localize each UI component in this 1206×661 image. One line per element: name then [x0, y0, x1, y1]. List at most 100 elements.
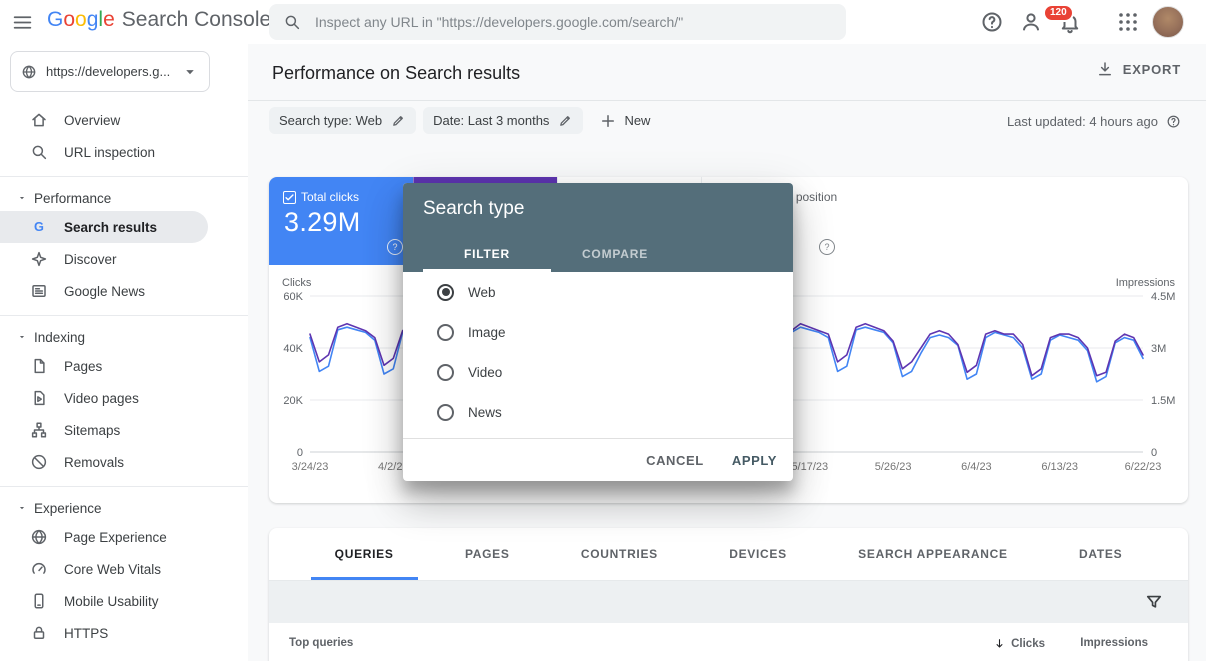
sidebar-section-performance[interactable]: Performance — [0, 185, 248, 211]
caret-down-icon — [17, 503, 27, 513]
sidebar-item-label: Search results — [64, 220, 157, 235]
page-icon — [30, 357, 48, 375]
filter-chips-row: Search type: Web Date: Last 3 months New — [269, 107, 650, 134]
tab-search-appearance[interactable]: SEARCH APPEARANCE — [844, 528, 1021, 580]
property-label: https://developers.g... — [46, 64, 181, 79]
dialog-header: Search type FILTERCOMPARE — [403, 183, 793, 272]
metric-help-icon[interactable]: ? — [387, 239, 403, 255]
svg-text:1.5M: 1.5M — [1151, 395, 1175, 407]
last-updated-help-icon[interactable] — [1166, 114, 1181, 129]
impressions-column-header[interactable]: Impressions — [1080, 637, 1148, 649]
dialog-tab-compare[interactable]: COMPARE — [551, 236, 679, 272]
removals-icon — [30, 453, 48, 471]
top-queries-header: Top queries — [289, 637, 353, 649]
property-globe-icon — [21, 64, 37, 80]
checkbox-checked-icon[interactable] — [283, 191, 296, 204]
dialog-tab-filter[interactable]: FILTER — [423, 236, 551, 272]
sidebar-item-google-news[interactable]: Google News — [0, 275, 248, 307]
sidebar-item-discover[interactable]: Discover — [0, 243, 248, 275]
radio-icon — [437, 364, 454, 381]
notifications-bell-icon[interactable]: 120 — [1058, 10, 1082, 34]
tab-devices[interactable]: DEVICES — [715, 528, 801, 580]
radio-option-video[interactable]: Video — [403, 352, 793, 392]
clicks-header-label: Clicks — [1011, 638, 1045, 650]
help-icon[interactable] — [980, 10, 1004, 34]
metric-card-total-clicks[interactable]: Total clicks 3.29M ? — [269, 177, 413, 265]
g-logo-icon: G — [30, 218, 48, 236]
avatar[interactable] — [1152, 6, 1184, 38]
user-settings-icon[interactable] — [1019, 10, 1043, 34]
header-divider — [248, 100, 1206, 101]
search-console-app: GoogleSearch Console 120 https://develop… — [0, 0, 1206, 661]
section-header-label: Performance — [34, 191, 111, 206]
sidebar-item-removals[interactable]: Removals — [0, 446, 248, 478]
clicks-column-header[interactable]: Clicks — [993, 637, 1045, 650]
chevron-down-icon — [181, 63, 199, 81]
last-updated-text: Last updated: 4 hours ago — [1007, 114, 1158, 129]
svg-text:5/26/23: 5/26/23 — [875, 461, 912, 473]
radio-option-image[interactable]: Image — [403, 312, 793, 352]
sidebar-item-pages[interactable]: Pages — [0, 350, 248, 382]
table-filter-icon[interactable] — [1144, 592, 1164, 612]
caret-down-icon — [17, 193, 27, 203]
sidebar-section-experience[interactable]: Experience — [0, 495, 248, 521]
radio-option-news[interactable]: News — [403, 392, 793, 432]
tab-countries[interactable]: COUNTRIES — [567, 528, 672, 580]
sidebar-item-label: Sitemaps — [64, 423, 120, 438]
menu-icon[interactable] — [12, 12, 33, 33]
sidebar-item-video-pages[interactable]: Video pages — [0, 382, 248, 414]
sidebar-item-label: Removals — [64, 455, 124, 470]
sidebar-item-url-inspection[interactable]: URL inspection — [0, 136, 248, 168]
sidebar-item-mobile-usability[interactable]: Mobile Usability — [0, 585, 248, 617]
mobile-icon — [30, 592, 48, 610]
url-inspection-searchbox[interactable] — [269, 4, 846, 40]
sidebar-item-label: Discover — [64, 252, 117, 267]
property-selector[interactable]: https://developers.g... — [10, 51, 210, 92]
sidebar-item-sitemaps[interactable]: Sitemaps — [0, 414, 248, 446]
svg-text:0: 0 — [1151, 447, 1157, 459]
tab-queries[interactable]: QUERIES — [321, 528, 408, 580]
sidebar-item-label: Page Experience — [64, 530, 167, 545]
svg-text:40K: 40K — [283, 343, 303, 355]
filter-chip-label: Date: Last 3 months — [433, 113, 549, 128]
filter-chip-date-last-3-months[interactable]: Date: Last 3 months — [423, 107, 583, 134]
svg-text:6/22/23: 6/22/23 — [1125, 461, 1162, 473]
google-search-console-logo[interactable]: GoogleSearch Console — [47, 8, 271, 32]
sidebar-item-overview[interactable]: Overview — [0, 104, 248, 136]
svg-text:20K: 20K — [283, 395, 303, 407]
experience-icon — [30, 528, 48, 546]
filter-chip-search-type-web[interactable]: Search type: Web — [269, 107, 416, 134]
pencil-icon[interactable] — [391, 113, 406, 128]
radio-icon — [437, 284, 454, 301]
svg-text:60K: 60K — [283, 291, 303, 303]
url-inspection-input[interactable] — [313, 13, 832, 31]
tab-dates[interactable]: DATES — [1065, 528, 1136, 580]
sidebar-item-page-experience[interactable]: Page Experience — [0, 521, 248, 553]
table-toolbar — [269, 580, 1188, 623]
metric-help-icon[interactable]: ? — [819, 239, 835, 255]
svg-text:6/13/23: 6/13/23 — [1041, 461, 1078, 473]
breakdown-panel: QUERIES PAGES COUNTRIES DEVICES SEARCH APPEA… — [269, 528, 1188, 661]
sidebar-divider — [0, 315, 248, 316]
caret-down-icon — [17, 332, 27, 342]
home-icon — [30, 111, 48, 129]
cancel-button[interactable]: CANCEL — [646, 453, 704, 468]
sidebar-section-indexing[interactable]: Indexing — [0, 324, 248, 350]
lock-icon — [30, 624, 48, 642]
radio-option-web[interactable]: Web — [403, 272, 793, 312]
sidebar-item-core-web-vitals[interactable]: Core Web Vitals — [0, 553, 248, 585]
tab-pages[interactable]: PAGES — [451, 528, 524, 580]
dialog-footer: CANCEL APPLY — [403, 438, 793, 481]
svg-text:6/4/23: 6/4/23 — [961, 461, 992, 473]
sidebar-item-search-results[interactable]: G Search results — [0, 211, 208, 243]
sidebar-item-label: Overview — [64, 113, 120, 128]
pencil-icon[interactable] — [558, 113, 573, 128]
sidebar-divider — [0, 176, 248, 177]
export-button[interactable]: EXPORT — [1096, 60, 1181, 78]
new-filter-button[interactable]: New — [599, 112, 650, 130]
sidebar-item-https[interactable]: HTTPS — [0, 617, 248, 649]
apply-button[interactable]: APPLY — [732, 453, 777, 468]
filter-chips: Search type: Web Date: Last 3 months — [269, 107, 590, 134]
google-apps-grid-icon[interactable] — [1116, 10, 1140, 34]
radio-option-label: Video — [468, 365, 502, 380]
